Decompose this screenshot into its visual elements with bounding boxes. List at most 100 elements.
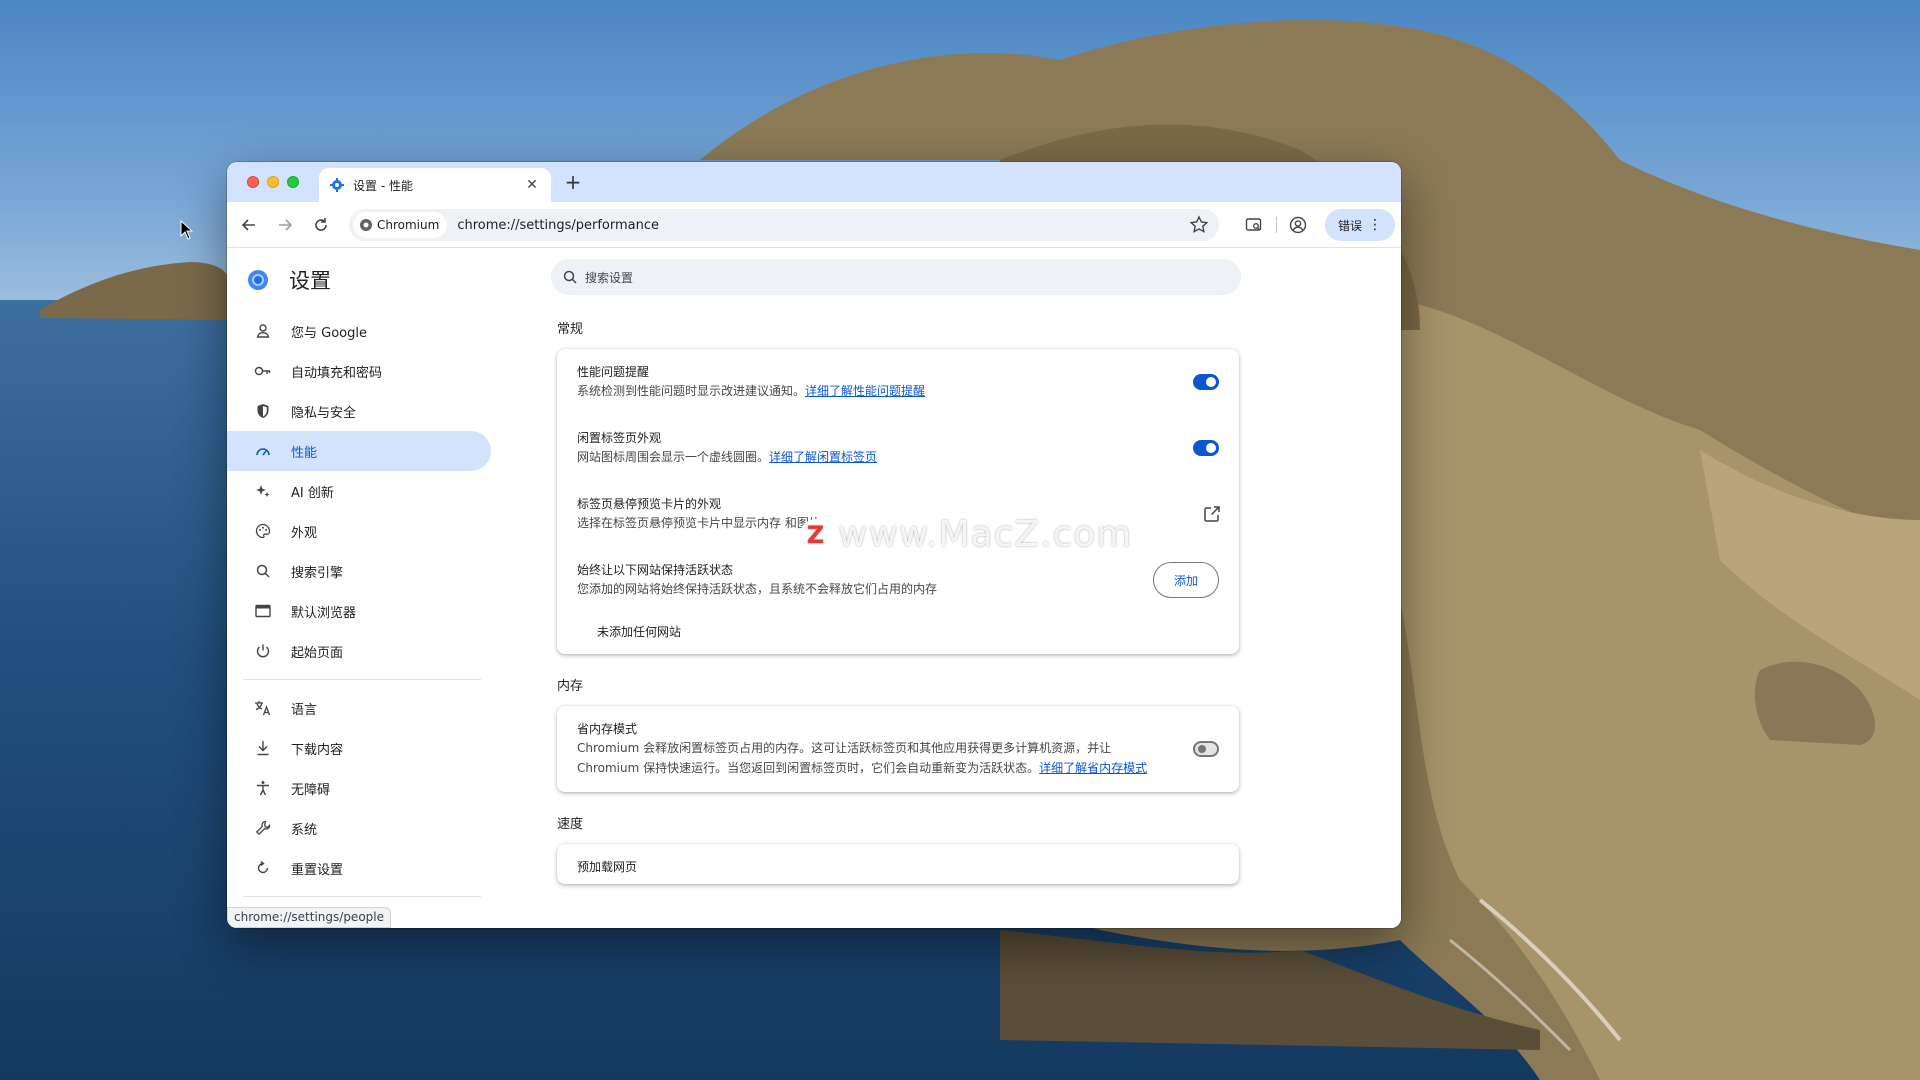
account-circle-icon <box>1289 216 1307 234</box>
arrow-right-icon <box>279 219 293 231</box>
chromium-logo-icon <box>360 219 372 231</box>
person-icon <box>253 321 273 341</box>
sidebar-item-label: 隐私与安全 <box>291 405 357 421</box>
settings-search-input[interactable]: 搜索设置 <box>551 259 1241 295</box>
learn-more-link[interactable]: 详细了解省内存模式 <box>1039 761 1147 775</box>
sidebar-item-label: AI 创新 <box>291 485 334 501</box>
add-site-button[interactable]: 添加 <box>1153 562 1219 598</box>
tab-search-button[interactable] <box>1240 211 1268 239</box>
gear-icon <box>330 178 344 192</box>
back-button[interactable] <box>235 211 263 239</box>
watermark-badge: Z <box>800 518 832 551</box>
close-window-button[interactable] <box>247 176 259 188</box>
perf-alert-row: 性能问题提醒 系统检测到性能问题时显示改进建议通知。详细了解性能问题提醒 <box>557 349 1239 415</box>
forward-button[interactable] <box>271 211 299 239</box>
sidebar-item-label: 重置设置 <box>291 862 344 878</box>
sidebar-item-search-engine[interactable]: 搜索引擎 <box>227 551 491 591</box>
sidebar-item-label: 外观 <box>291 525 318 541</box>
sidebar-item-system[interactable]: 系统 <box>227 808 491 848</box>
reload-icon <box>315 218 327 231</box>
section-title-general: 常规 <box>557 322 584 337</box>
power-icon <box>253 641 273 661</box>
settings-header: 设置 <box>247 265 331 295</box>
palette-icon <box>253 521 273 541</box>
learn-more-link[interactable]: 详细了解闲置标签页 <box>769 450 877 464</box>
sidebar-item-accessibility[interactable]: 无障碍 <box>227 768 491 808</box>
row-desc-text: 系统检测到性能问题时显示改进建议通知。 <box>577 384 806 398</box>
sidebar-item-label: 性能 <box>291 445 318 461</box>
sidebar-item-autofill[interactable]: 自动填充和密码 <box>227 351 491 391</box>
more-vertical-icon: ⋮ <box>1368 217 1382 233</box>
sidebar-item-label: 起始页面 <box>291 645 344 661</box>
sidebar-item-performance[interactable]: 性能 <box>227 431 491 471</box>
row-desc: 网站图标周围会显示一个虚线圆圈。详细了解闲置标签页 <box>577 447 1219 467</box>
speedometer-icon <box>253 441 273 461</box>
chromium-logo-icon <box>248 270 268 290</box>
tab-close-button[interactable]: ✕ <box>523 177 541 193</box>
watermark-text: www.MacZ.com <box>838 514 1133 555</box>
search-placeholder: 搜索设置 <box>585 270 634 285</box>
error-menu-button[interactable]: 错误 ⋮ <box>1325 209 1395 241</box>
wrench-icon <box>253 818 273 838</box>
general-card: 性能问题提醒 系统检测到性能问题时显示改进建议通知。详细了解性能问题提醒 闲置标… <box>557 349 1239 654</box>
preload-row: 预加载网页 <box>557 844 1239 884</box>
perf-alert-toggle[interactable] <box>1193 374 1219 390</box>
sidebar-item-reset[interactable]: 重置设置 <box>227 848 491 888</box>
memory-card: 省内存模式 Chromium 会释放闲置标签页占用的内存。这可让活跃标签页和其他… <box>557 706 1239 792</box>
sidebar-item-label: 您与 Google <box>291 325 367 341</box>
key-icon <box>253 361 273 381</box>
sidebar-item-label: 无障碍 <box>291 782 331 798</box>
sidebar-item-ai[interactable]: AI 创新 <box>227 471 491 511</box>
row-title: 标签页悬停预览卡片的外观 <box>577 497 722 511</box>
tab-settings[interactable]: 设置 - 性能 ✕ <box>319 168 551 202</box>
site-info-chip[interactable]: Chromium <box>353 212 448 238</box>
watermark: Z www.MacZ.com <box>800 514 1132 555</box>
sidebar-item-on-startup[interactable]: 起始页面 <box>227 631 491 671</box>
row-desc: Chromium 会释放闲置标签页占用的内存。这可让活跃标签页和其他应用获得更多… <box>577 738 1219 778</box>
arrow-left-icon <box>241 219 255 231</box>
reload-button[interactable] <box>307 211 335 239</box>
sidebar-item-you-and-google[interactable]: 您与 Google <box>227 311 491 351</box>
row-title: 省内存模式 <box>577 722 638 736</box>
open-external-icon[interactable] <box>1203 505 1221 523</box>
sidebar-item-label: 自动填充和密码 <box>291 365 383 381</box>
sidebar-item-languages[interactable]: 语言 <box>227 688 491 728</box>
accessibility-icon <box>253 778 273 798</box>
search-icon <box>563 270 577 284</box>
sidebar-item-privacy[interactable]: 隐私与安全 <box>227 391 491 431</box>
profile-button[interactable] <box>1284 211 1312 239</box>
sidebar-item-downloads[interactable]: 下载内容 <box>227 728 491 768</box>
address-bar[interactable]: Chromium chrome://settings/performance <box>349 209 1219 241</box>
tab-search-icon <box>1245 218 1262 231</box>
minimize-window-button[interactable] <box>267 176 279 188</box>
sidebar-item-default-browser[interactable]: 默认浏览器 <box>227 591 491 631</box>
row-title: 始终让以下网站保持活跃状态 <box>577 563 734 577</box>
row-title: 闲置标签页外观 <box>577 431 662 445</box>
download-icon <box>253 738 273 758</box>
settings-sidebar: 您与 Google 自动填充和密码 隐私与安全 性能 AI 创新 外观 搜索引擎… <box>227 311 497 905</box>
sidebar-item-label: 搜索引擎 <box>291 565 344 581</box>
browser-window-icon <box>253 601 273 621</box>
sparkle-icon <box>253 481 273 501</box>
translate-icon <box>253 698 273 718</box>
inactive-tab-toggle[interactable] <box>1193 440 1219 456</box>
row-desc: 系统检测到性能问题时显示改进建议通知。详细了解性能问题提醒 <box>577 381 1219 401</box>
search-icon <box>253 561 273 581</box>
row-desc: 您添加的网站将始终保持活跃状态，且系统不会释放它们占用的内存 <box>577 582 938 596</box>
sidebar-item-label: 语言 <box>291 702 318 718</box>
learn-more-link[interactable]: 详细了解性能问题提醒 <box>805 384 925 398</box>
row-title: 性能问题提醒 <box>577 365 650 379</box>
shield-icon <box>253 401 273 421</box>
inactive-tab-row: 闲置标签页外观 网站图标周围会显示一个虚线圆圈。详细了解闲置标签页 <box>557 415 1239 481</box>
site-chip-label: Chromium <box>377 218 440 232</box>
zoom-window-button[interactable] <box>287 176 299 188</box>
memory-saver-toggle[interactable] <box>1193 741 1219 757</box>
toolbar-divider <box>1276 217 1277 233</box>
settings-main: 常规 性能问题提醒 系统检测到性能问题时显示改进建议通知。详细了解性能问题提醒 … <box>557 311 1239 884</box>
tab-strip: 设置 - 性能 ✕ + <box>227 162 1401 202</box>
bookmark-star-icon[interactable] <box>1189 215 1209 235</box>
section-title-speed: 速度 <box>557 817 584 832</box>
url-text: chrome://settings/performance <box>457 217 660 233</box>
sidebar-item-appearance[interactable]: 外观 <box>227 511 491 551</box>
new-tab-button[interactable]: + <box>561 170 585 194</box>
